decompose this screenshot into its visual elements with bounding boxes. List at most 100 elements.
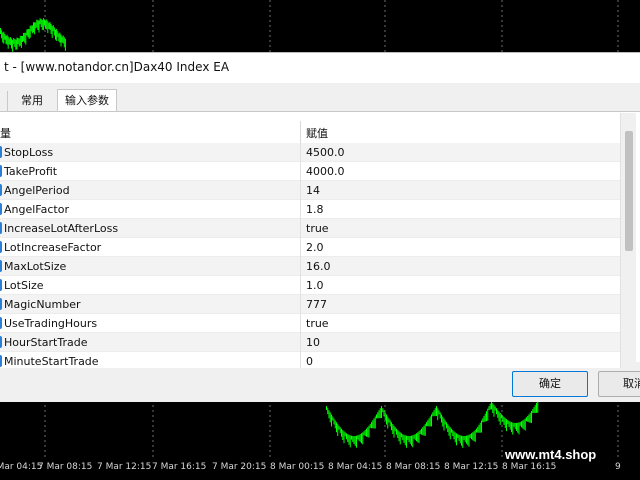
candle bbox=[481, 420, 482, 433]
candle bbox=[326, 406, 327, 410]
param-row[interactable]: AngelPeriod 14 bbox=[0, 181, 620, 200]
candle bbox=[371, 422, 372, 429]
candle bbox=[349, 435, 351, 448]
tab-inputs[interactable]: 输入参数 bbox=[57, 89, 117, 112]
candle bbox=[332, 416, 334, 421]
ok-button[interactable]: 确定 bbox=[512, 371, 588, 397]
candle bbox=[328, 410, 330, 419]
param-row[interactable]: MinuteStartTrade 0 bbox=[0, 352, 620, 368]
param-value[interactable]: 2.0 bbox=[306, 241, 324, 254]
candle bbox=[456, 433, 457, 446]
candle bbox=[491, 401, 492, 410]
candle bbox=[347, 434, 349, 443]
candle bbox=[486, 411, 487, 422]
param-value[interactable]: 4500.0 bbox=[306, 146, 345, 159]
candle bbox=[329, 412, 331, 423]
params-table-header: 量 赋值 bbox=[0, 121, 620, 143]
param-row[interactable]: HourStartTrade 10 bbox=[0, 333, 620, 352]
candle bbox=[423, 425, 425, 436]
param-row[interactable]: MaxLotSize 16.0 bbox=[0, 257, 620, 276]
candle bbox=[487, 408, 489, 421]
candle bbox=[408, 435, 410, 442]
candle bbox=[377, 412, 379, 419]
candle bbox=[474, 429, 476, 442]
param-name: StopLoss bbox=[4, 146, 54, 159]
candle bbox=[484, 413, 486, 422]
candle bbox=[359, 434, 361, 443]
row-divider bbox=[300, 181, 301, 200]
param-row[interactable]: IncreaseLotAfterLoss true bbox=[0, 219, 620, 238]
scrollbar-thumb[interactable] bbox=[625, 131, 633, 251]
param-name: MinuteStartTrade bbox=[4, 355, 99, 368]
param-row[interactable]: LotSize 1.0 bbox=[0, 276, 620, 295]
candle bbox=[11, 38, 12, 49]
dialog-title-bar: t - [www.notandor.cn]Dax40 Index EA bbox=[0, 53, 640, 83]
candle bbox=[339, 427, 341, 434]
param-value[interactable]: 777 bbox=[306, 298, 327, 311]
candle bbox=[529, 412, 531, 423]
param-value[interactable]: true bbox=[306, 222, 329, 235]
candle bbox=[493, 404, 495, 417]
candle bbox=[331, 414, 332, 427]
candle bbox=[428, 418, 430, 427]
candle bbox=[353, 436, 355, 444]
tab-previous[interactable] bbox=[0, 91, 8, 111]
candle bbox=[497, 409, 499, 418]
param-value[interactable]: 1.8 bbox=[306, 203, 324, 216]
param-value[interactable]: 10 bbox=[306, 336, 320, 349]
candle bbox=[23, 32, 25, 41]
candle bbox=[361, 433, 362, 444]
param-row[interactable]: TakeProfit 4000.0 bbox=[0, 162, 620, 181]
candle bbox=[333, 418, 335, 425]
candle bbox=[533, 407, 535, 414]
param-icon bbox=[0, 146, 2, 158]
candle bbox=[19, 35, 21, 46]
tab-common[interactable]: 常用 bbox=[12, 91, 52, 111]
param-value[interactable]: 4000.0 bbox=[306, 165, 345, 178]
column-divider[interactable] bbox=[300, 121, 301, 143]
candle bbox=[436, 406, 437, 417]
param-value[interactable]: 14 bbox=[306, 184, 320, 197]
candle bbox=[467, 435, 469, 446]
param-row[interactable]: AngelFactor 1.8 bbox=[0, 200, 620, 219]
param-value[interactable]: 16.0 bbox=[306, 260, 331, 273]
candle bbox=[532, 409, 534, 414]
candle bbox=[357, 435, 359, 440]
candle bbox=[424, 423, 426, 436]
candle bbox=[503, 416, 505, 425]
column-variable[interactable]: 量 bbox=[0, 125, 11, 141]
candle bbox=[5, 35, 7, 44]
candle bbox=[60, 34, 62, 47]
candle bbox=[29, 25, 31, 38]
candle bbox=[449, 427, 451, 440]
candle bbox=[64, 38, 66, 51]
param-row[interactable]: LotIncreaseFactor 2.0 bbox=[0, 238, 620, 257]
candle bbox=[46, 19, 48, 30]
candle bbox=[512, 422, 514, 435]
param-row[interactable]: MagicNumber 777 bbox=[0, 295, 620, 314]
candle bbox=[388, 418, 390, 423]
candle bbox=[446, 422, 447, 429]
cancel-button[interactable]: 取消 bbox=[598, 371, 640, 397]
candle bbox=[378, 410, 380, 419]
column-value[interactable]: 赋值 bbox=[306, 125, 328, 141]
candle bbox=[402, 434, 404, 441]
row-divider bbox=[300, 219, 301, 238]
param-icon bbox=[0, 203, 2, 215]
params-scrollbar[interactable] bbox=[620, 113, 636, 368]
param-value[interactable]: true bbox=[306, 317, 329, 330]
candle bbox=[394, 427, 396, 432]
candle bbox=[40, 19, 42, 28]
candle bbox=[15, 39, 17, 50]
param-value[interactable]: 0 bbox=[306, 355, 313, 368]
candle bbox=[399, 432, 401, 445]
param-value[interactable]: 1.0 bbox=[306, 279, 324, 292]
candle bbox=[451, 428, 452, 433]
candle bbox=[392, 424, 394, 435]
candle bbox=[367, 427, 369, 438]
param-row[interactable]: UseTradingHours true bbox=[0, 314, 620, 333]
candle bbox=[453, 431, 455, 440]
candle bbox=[384, 412, 386, 421]
param-icon bbox=[0, 241, 2, 253]
param-row[interactable]: StopLoss 4500.0 bbox=[0, 143, 620, 162]
